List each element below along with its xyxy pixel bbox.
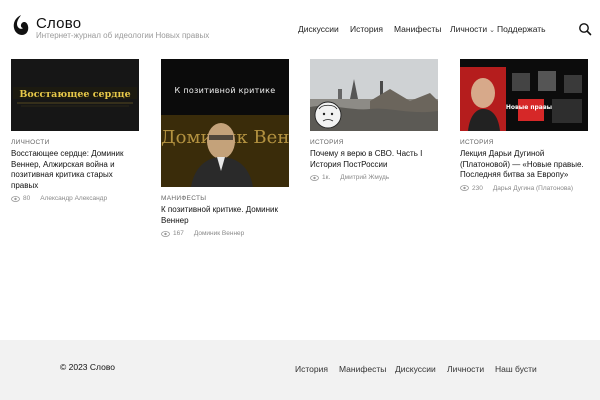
post-thumbnail[interactable]: К позитивной критике Доминик Веннер [161,59,289,187]
search-icon[interactable] [578,22,592,36]
post-card: История Почему я верю в СВО. Часть I Ист… [310,59,438,181]
nav-item-history[interactable]: История [350,24,383,34]
nav-item-persons-label: Личности [450,24,488,34]
thumb-headline: Новые правые [506,104,556,111]
post-views: 230 [472,184,483,192]
site-footer: © 2023 Слово История Манифесты Дискуссии… [0,340,600,400]
nav-item-support[interactable]: Поддержать [497,24,546,34]
post-meta: 80 Александр Александр [11,195,139,202]
footer-nav-persons[interactable]: Личности [447,364,484,374]
post-card: Восстающее сердце Личности Восстающее се… [11,59,139,202]
post-views: 167 [173,230,184,237]
post-author[interactable]: Доминик Веннер [194,230,244,237]
post-title[interactable]: Лекция Дарьи Дугиной (Платоновой) — «Нов… [460,149,588,181]
nav-item-persons[interactable]: Личности ⌄ [450,24,495,34]
post-meta: 230 Дарья Дугина (Платонова) [460,185,588,192]
post-thumbnail[interactable] [310,59,438,131]
main-nav: Дискуссии История Манифесты Личности ⌄ По… [0,24,600,36]
post-author[interactable]: Дарья Дугина (Платонова) [493,185,573,192]
post-views: 80 [23,195,31,202]
chevron-down-icon: ⌄ [489,27,495,34]
post-thumbnail[interactable]: Восстающее сердце [11,59,139,131]
eye-icon [460,185,469,191]
nav-item-manifests[interactable]: Манифесты [394,24,441,34]
eye-icon [11,195,20,202]
eye-icon [310,174,319,181]
copyright: © 2023 Слово [60,362,115,372]
post-category[interactable]: Личности [11,139,139,146]
post-meta: 1к. Дмитрий Жмудь [310,174,438,181]
post-author[interactable]: Александр Александр [40,195,107,202]
eye-icon [161,230,170,237]
post-card: Новые правые История Лекция Дарьи Дугино… [460,59,588,192]
post-thumbnail[interactable]: Новые правые [460,59,588,131]
post-meta: 167 Доминик Веннер [161,230,289,237]
post-category[interactable]: История [460,139,588,146]
post-title[interactable]: К позитивной критике. Доминик Веннер [161,205,289,226]
site-header: Слово Интернет-журнал об идеологии Новых… [0,0,600,56]
post-author[interactable]: Дмитрий Жмудь [340,174,389,181]
thumb-headline: Восстающее сердце [19,89,130,100]
post-category[interactable]: История [310,139,438,146]
footer-nav-discussions[interactable]: Дискуссии [395,364,436,374]
post-card: К позитивной критике Доминик Веннер Мани… [161,59,289,237]
thumb-headline: К позитивной критике [175,86,276,95]
footer-nav-history[interactable]: История [295,364,328,374]
post-views: 1к. [322,174,331,181]
post-title[interactable]: Почему я верю в СВО. Часть I История Пос… [310,149,438,170]
footer-nav-boosty[interactable]: Наш бусти [495,364,537,374]
post-title[interactable]: Восстающее сердце: Доминик Веннер, Алжир… [11,149,139,191]
footer-nav-manifests[interactable]: Манифесты [339,364,386,374]
post-category[interactable]: Манифесты [161,195,289,202]
nav-item-discussions[interactable]: Дискуссии [298,24,339,34]
